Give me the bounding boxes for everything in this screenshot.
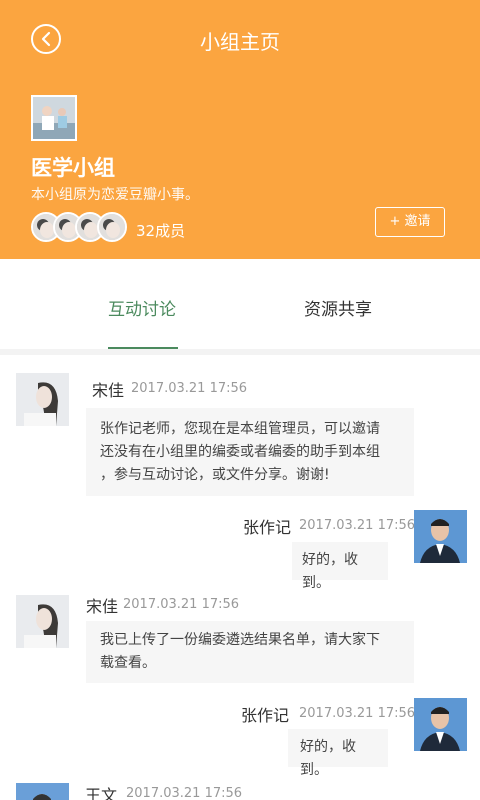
message-text-line: 载查看。 <box>100 655 156 671</box>
invite-button[interactable]: + 邀请 <box>375 207 445 237</box>
avatar[interactable] <box>414 510 467 563</box>
avatar[interactable] <box>414 698 467 751</box>
message-text-line: 好的，收到。 <box>302 552 358 591</box>
message-bubble: 好的，收到。 <box>292 542 388 591</box>
message-bubble: 张作记老师，您现在是本组管理员，可以邀请 还没有在小组里的编委或者编委的助手到本… <box>86 408 414 496</box>
timestamp: 2017.03.21 17:56 <box>299 518 416 533</box>
group-description: 本小组原为恋爱豆瓣小事。 <box>31 187 199 203</box>
group-name: 医学小组 <box>31 156 115 180</box>
message-text-line: 好的，收到。 <box>300 739 356 778</box>
timestamp: 2017.03.21 17:56 <box>131 381 248 396</box>
avatar[interactable] <box>16 783 69 800</box>
sender-name: 张作记 <box>241 706 290 725</box>
page-title: 小组主页 <box>200 30 280 54</box>
timestamp: 2017.03.21 17:56 <box>126 786 243 800</box>
sender-name: 张作记 <box>243 518 292 537</box>
message-bubble: 好的，收到。 <box>288 729 388 778</box>
group-avatar <box>31 95 77 141</box>
message-text-line: 还没有在小组里的编委或者编委的助手到本组 <box>100 444 380 460</box>
member-count: 32成员 <box>136 222 186 240</box>
avatar[interactable] <box>16 595 69 648</box>
group-header: 小组主页 医学小组 本小组原为恋爱豆瓣小事。 32成员 + 邀请 <box>0 0 480 259</box>
message-text-line: ，参与互动讨论，或文件分享。谢谢! <box>100 467 330 483</box>
message-text-line: 我已上传了一份编委遴选结果名单，请大家下 <box>100 632 380 648</box>
message-bubble: 我已上传了一份编委遴选结果名单，请大家下 载查看。 <box>86 621 414 683</box>
tab-resources[interactable]: 资源共享 <box>304 295 372 320</box>
timestamp: 2017.03.21 17:56 <box>299 706 416 721</box>
tab-bar: 互动讨论 资源共享 <box>0 259 480 349</box>
discussion-list[interactable]: 宋佳 2017.03.21 17:56 张作记老师，您现在是本组管理员，可以邀请… <box>0 355 480 800</box>
tab-discussion[interactable]: 互动讨论 <box>108 295 176 320</box>
sender-name: 王文 <box>85 786 118 800</box>
message-text-line: 张作记老师，您现在是本组管理员，可以邀请 <box>100 421 380 437</box>
member-avatar <box>97 212 127 242</box>
timestamp: 2017.03.21 17:56 <box>123 597 240 612</box>
avatar[interactable] <box>16 373 69 426</box>
sender-name: 宋佳 <box>92 381 125 400</box>
active-tab-indicator <box>108 347 178 349</box>
sender-name: 宋佳 <box>86 597 119 616</box>
